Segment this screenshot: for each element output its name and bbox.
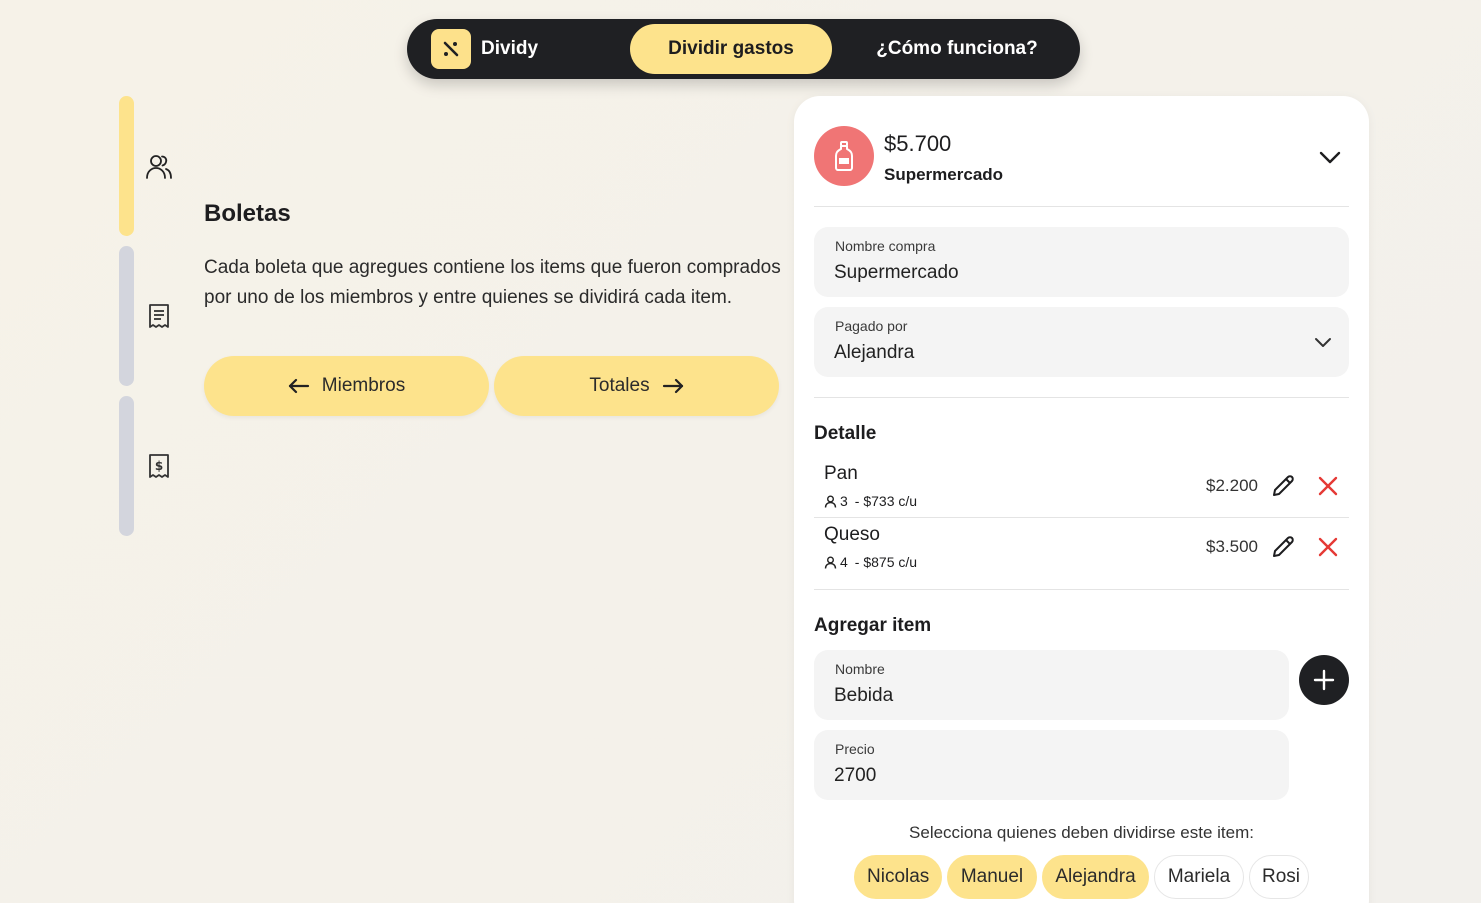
item-meta: 3 - $733 c/u bbox=[824, 493, 917, 509]
list-item: Pan 3 - $733 c/u $2.200 bbox=[814, 463, 1349, 524]
list-item: Queso 4 - $875 c/u $3.500 bbox=[814, 524, 1349, 585]
item-price: $2.200 bbox=[1206, 476, 1258, 495]
receipt-card: $5.700 Supermercado Nombre compra Superm… bbox=[794, 96, 1369, 903]
paid-by-select[interactable]: Pagado por Alejandra bbox=[814, 307, 1349, 377]
plus-icon bbox=[1313, 669, 1335, 691]
receipt-icon bbox=[149, 304, 169, 328]
add-item-button[interactable] bbox=[1299, 655, 1349, 705]
close-icon[interactable] bbox=[1316, 535, 1340, 559]
chevron-down-icon bbox=[1315, 338, 1331, 347]
select-members-hint: Selecciona quienes deben dividirse este … bbox=[909, 823, 1254, 842]
new-item-price-label: Precio bbox=[835, 741, 875, 757]
purchase-name-field[interactable]: Nombre compra Supermercado bbox=[814, 227, 1349, 297]
svg-text:$: $ bbox=[155, 459, 163, 473]
top-navbar: Dividy Dividir gastos ¿Cómo funciona? bbox=[407, 19, 1080, 79]
paid-by-label: Pagado por bbox=[835, 318, 908, 334]
item-name: Queso bbox=[824, 524, 880, 545]
arrow-right-icon bbox=[662, 378, 683, 394]
section-description: Cada boleta que agregues contiene los it… bbox=[204, 257, 781, 308]
bottle-icon bbox=[814, 126, 874, 186]
step-indicator-members[interactable] bbox=[119, 96, 134, 236]
purchase-name-value: Supermercado bbox=[834, 262, 959, 283]
brand[interactable]: Dividy bbox=[431, 29, 538, 69]
receipt-category: Supermercado bbox=[884, 165, 1004, 184]
pencil-icon[interactable] bbox=[1270, 473, 1296, 499]
new-item-price-value: 2700 bbox=[834, 765, 877, 786]
divider bbox=[814, 517, 1349, 518]
person-icon bbox=[824, 556, 837, 569]
member-chip-nicolas[interactable]: Nicolas bbox=[854, 855, 942, 899]
pencil-icon[interactable] bbox=[1270, 534, 1296, 560]
add-item-title: Agregar item bbox=[814, 615, 932, 636]
arrow-left-icon bbox=[288, 378, 309, 394]
step-indicator-totals[interactable] bbox=[119, 396, 134, 536]
member-chip-rosi[interactable]: Rosi bbox=[1249, 855, 1309, 899]
back-button-label: Miembros bbox=[321, 375, 406, 396]
users-icon bbox=[146, 155, 172, 179]
back-to-members-button[interactable]: Miembros bbox=[204, 356, 489, 416]
next-to-totals-button[interactable]: Totales bbox=[494, 356, 779, 416]
tab-como-funciona[interactable]: ¿Cómo funciona? bbox=[857, 24, 1057, 74]
paid-by-value: Alejandra bbox=[834, 342, 915, 363]
member-chip-mariela[interactable]: Mariela bbox=[1154, 855, 1244, 899]
step-indicator-receipts[interactable] bbox=[119, 246, 134, 386]
item-name: Pan bbox=[824, 463, 858, 484]
close-icon[interactable] bbox=[1316, 474, 1340, 498]
item-per-person: - $875 c/u bbox=[854, 554, 918, 570]
new-item-name-input[interactable]: Nombre Bebida bbox=[814, 650, 1289, 720]
member-chip-alejandra[interactable]: Alejandra bbox=[1042, 855, 1149, 899]
new-item-name-value: Bebida bbox=[834, 685, 894, 706]
chevron-down-icon[interactable] bbox=[1317, 144, 1343, 170]
section-title: Boletas bbox=[204, 200, 291, 227]
detail-title: Detalle bbox=[814, 423, 877, 444]
new-item-price-input[interactable]: Precio 2700 bbox=[814, 730, 1289, 800]
receipt-total: $5.700 bbox=[884, 131, 952, 156]
item-price: $3.500 bbox=[1206, 537, 1258, 556]
dividy-logo-icon bbox=[431, 29, 471, 69]
brand-name: Dividy bbox=[481, 38, 539, 59]
receipt-dollar-icon: $ bbox=[149, 454, 169, 478]
member-chip-manuel[interactable]: Manuel bbox=[947, 855, 1037, 899]
divider bbox=[814, 397, 1349, 398]
new-item-name-label: Nombre bbox=[835, 661, 885, 677]
item-people-count: 3 bbox=[840, 493, 848, 509]
divider bbox=[814, 206, 1349, 207]
divider bbox=[814, 589, 1349, 590]
person-icon bbox=[824, 495, 837, 508]
item-meta: 4 - $875 c/u bbox=[824, 554, 917, 570]
next-button-label: Totales bbox=[589, 375, 650, 396]
item-people-count: 4 bbox=[840, 554, 848, 570]
item-per-person: - $733 c/u bbox=[854, 493, 918, 509]
tab-dividir-gastos[interactable]: Dividir gastos bbox=[630, 24, 832, 74]
purchase-name-label: Nombre compra bbox=[835, 238, 936, 254]
